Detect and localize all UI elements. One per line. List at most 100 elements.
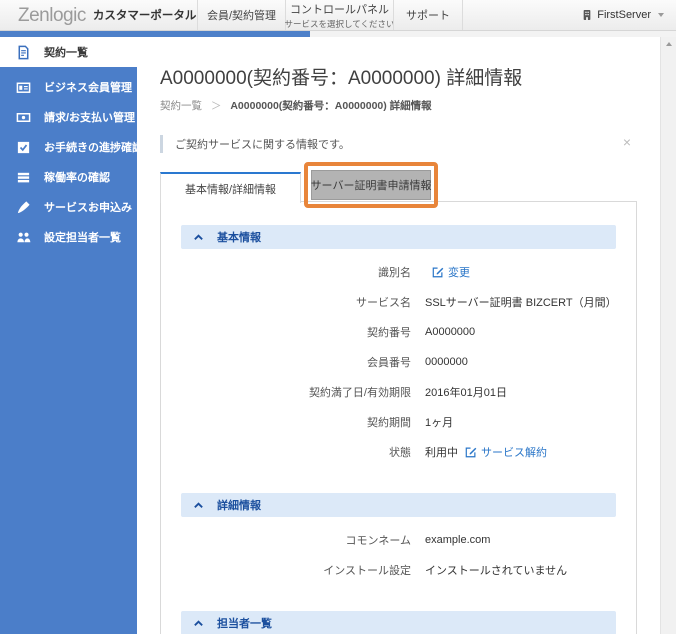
field-value: 変更	[425, 264, 470, 280]
field-value: 0000000	[425, 356, 468, 368]
sidebar-item-label: お手続きの進捗確認	[44, 139, 143, 155]
nav-sublabel: サービスを選択してください	[285, 18, 395, 30]
field-label: 契約期間	[161, 414, 411, 430]
field-value-text: A0000000	[425, 326, 475, 338]
sidebar-item-admin-list[interactable]: 設定担当者一覧	[0, 222, 137, 252]
section-header-detail-info[interactable]: 詳細情報	[181, 493, 616, 517]
field-label: コモンネーム	[161, 532, 411, 548]
top-header: Zenlogic カスタマーポータル 会員/契約管理 コントロールパネル サービ…	[0, 0, 676, 31]
field-row-identifier: 識別名 変更	[161, 257, 636, 287]
logo[interactable]: Zenlogic カスタマーポータル	[0, 0, 197, 30]
nav-control-panel[interactable]: コントロールパネル サービスを選択してください	[285, 0, 393, 30]
section-header-staff-list[interactable]: 担当者一覧	[181, 611, 616, 634]
sidebar-item-label: 請求/お支払い管理	[44, 109, 135, 125]
field-label: 契約満了日/有効期限	[161, 384, 411, 400]
tab-label: サーバー証明書申請情報	[311, 177, 432, 193]
sidebar-item-uptime[interactable]: 稼働率の確認	[0, 162, 137, 192]
sidebar-item-progress-check[interactable]: お手続きの進捗確認	[0, 132, 137, 162]
field-row-status: 状態 利用中 サービス解約	[161, 437, 636, 467]
page-title: A0000000(契約番号：A0000000) 詳細情報	[160, 63, 660, 90]
scroll-up-button[interactable]	[661, 37, 676, 51]
edit-icon	[432, 266, 444, 278]
field-row-service-name: サービス名 SSLサーバー証明書 BIZCERT（月間）	[161, 287, 636, 317]
admin-list-icon	[16, 230, 31, 245]
portal-subtitle: カスタマーポータル	[93, 7, 197, 23]
field-value: インストールされていません	[425, 562, 567, 578]
sidebar-item-business-member[interactable]: ビジネス会員管理	[0, 72, 137, 102]
field-value: SSLサーバー証明書 BIZCERT（月間）	[425, 294, 617, 310]
sidebar-item-billing[interactable]: 請求/お支払い管理	[0, 102, 137, 132]
sidebar: 契約一覧 ビジネス会員管理 請求/お支払い管理 お手続きの進捗確認	[0, 37, 137, 634]
billing-icon	[16, 110, 31, 125]
sidebar-item-label: 稼働率の確認	[44, 169, 110, 185]
change-link[interactable]: 変更	[432, 264, 470, 280]
field-label: サービス名	[161, 294, 411, 310]
header-nav: 会員/契約管理 コントロールパネル サービスを選択してください サポート	[197, 0, 463, 30]
nav-support[interactable]: サポート	[393, 0, 463, 30]
loading-strip-fill	[0, 31, 310, 37]
sidebar-item-service-apply[interactable]: サービスお申込み	[0, 192, 137, 222]
field-value-text: 2016年01月01日	[425, 384, 507, 400]
tab-server-certificate[interactable]: サーバー証明書申請情報	[311, 170, 431, 200]
breadcrumb: 契約一覧 ＞ A0000000(契約番号：A0000000) 詳細情報	[160, 98, 660, 113]
field-label: 会員番号	[161, 354, 411, 370]
loading-strip	[0, 31, 676, 37]
field-row-expiry-date: 契約満了日/有効期限 2016年01月01日	[161, 377, 636, 407]
field-value-text: SSLサーバー証明書 BIZCERT（月間）	[425, 294, 617, 310]
section-title: 担当者一覧	[217, 615, 272, 631]
scroll-up-arrow-icon	[666, 42, 672, 46]
service-apply-icon	[16, 200, 31, 215]
section-header-basic-info[interactable]: 基本情報	[181, 225, 616, 249]
breadcrumb-parent[interactable]: 契約一覧	[160, 100, 202, 112]
detail-panel: 基本情報 識別名 変更 サービス名	[160, 201, 637, 634]
detail-info-rows: コモンネーム example.com インストール設定 インストールされていませ…	[161, 517, 636, 585]
building-icon	[582, 9, 592, 21]
field-value: 利用中 サービス解約	[425, 444, 547, 460]
link-label: サービス解約	[481, 444, 547, 460]
tab-bar: 基本情報/詳細情報 サーバー証明書申請情報	[160, 162, 660, 202]
banner-text: ご契約サービスに関する情報です。	[175, 136, 350, 152]
uptime-icon	[16, 170, 31, 185]
field-label: 状態	[161, 444, 411, 460]
banner-accent-bar	[160, 135, 163, 153]
tab-basic-info[interactable]: 基本情報/詳細情報	[160, 172, 301, 203]
field-label: 識別名	[161, 264, 411, 280]
progress-check-icon	[16, 140, 31, 155]
chevron-up-icon	[193, 500, 204, 511]
nav-member-contract[interactable]: 会員/契約管理	[197, 0, 285, 30]
close-icon[interactable]: ×	[623, 135, 631, 149]
business-member-icon	[16, 80, 31, 95]
sidebar-item-contract-list[interactable]: 契約一覧	[0, 37, 137, 67]
nav-label: サポート	[406, 7, 450, 23]
field-value-text: インストールされていません	[425, 562, 567, 578]
link-label: 変更	[448, 264, 470, 280]
main-content: A0000000(契約番号：A0000000) 詳細情報 契約一覧 ＞ A000…	[137, 37, 660, 634]
field-label: 契約番号	[161, 324, 411, 340]
nav-label: コントロールパネル	[290, 1, 389, 17]
field-row-contract-number: 契約番号 A0000000	[161, 317, 636, 347]
cancel-service-link[interactable]: サービス解約	[465, 444, 547, 460]
field-value-text: 利用中	[425, 444, 458, 460]
basic-info-rows: 識別名 変更 サービス名 SSLサーバー証明書 BIZCERT（月間）	[161, 249, 636, 467]
field-value-text: example.com	[425, 534, 490, 546]
breadcrumb-current: A0000000(契約番号：A0000000) 詳細情報	[230, 100, 431, 112]
section-title: 詳細情報	[217, 497, 261, 513]
sidebar-item-label: サービスお申込み	[44, 199, 132, 215]
info-banner: ご契約サービスに関する情報です。 ×	[160, 134, 637, 154]
account-name: FirstServer	[597, 9, 651, 21]
sidebar-item-label: 契約一覧	[44, 44, 88, 60]
field-label: インストール設定	[161, 562, 411, 578]
field-row-common-name: コモンネーム example.com	[161, 525, 636, 555]
edit-icon	[465, 446, 477, 458]
field-value: 2016年01月01日	[425, 384, 507, 400]
contract-list-icon	[16, 45, 31, 60]
field-value: example.com	[425, 534, 490, 546]
chevron-down-icon	[658, 13, 664, 17]
account-menu[interactable]: FirstServer	[582, 0, 676, 30]
tab-label: 基本情報/詳細情報	[185, 181, 276, 197]
field-value: 1ヶ月	[425, 414, 453, 430]
sidebar-item-label: ビジネス会員管理	[44, 79, 132, 95]
chevron-up-icon	[193, 232, 204, 243]
field-value-text: 0000000	[425, 356, 468, 368]
vertical-scrollbar[interactable]	[660, 37, 676, 634]
